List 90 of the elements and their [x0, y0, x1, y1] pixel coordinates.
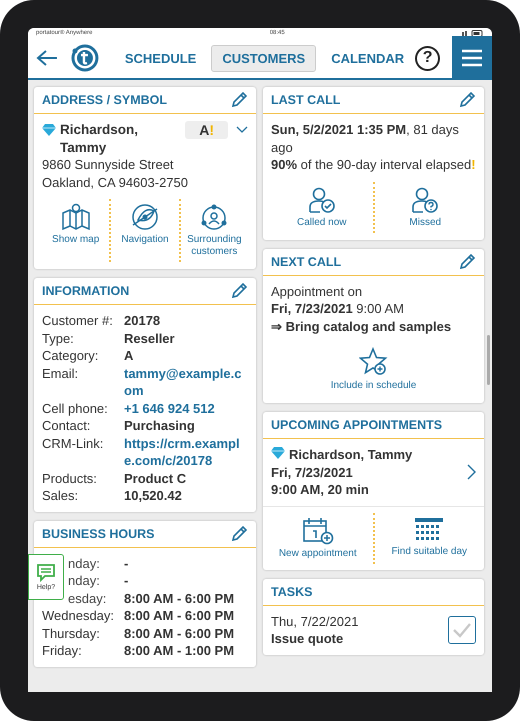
card-title: UPCOMING APPOINTMENTS [271, 418, 442, 432]
action-button[interactable]: Show map [42, 199, 110, 262]
hours-value: 8:00 AM - 6:00 PM [124, 590, 236, 607]
field-value: Reseller [124, 330, 176, 347]
logo-icon [70, 43, 100, 73]
appointment-name: Richardson, Tammy [289, 447, 412, 462]
edit-icon[interactable] [230, 524, 248, 542]
appointment-time: 9:00 AM, 20 min [271, 481, 370, 498]
compass-icon [130, 203, 160, 231]
field-value: Purchasing [124, 417, 196, 434]
action-button[interactable]: New appointment [263, 512, 372, 564]
call-text: 90% of the 90-day interval elapsed [271, 157, 472, 172]
appointment-item[interactable]: Richardson, Tammy Fri, 7/23/2021 9:00 AM, 20 min [263, 439, 484, 506]
appointment-text: Appointment on [271, 282, 364, 300]
edit-icon[interactable] [230, 282, 248, 300]
card-title: ADDRESS / SYMBOL [42, 93, 168, 107]
action-button[interactable]: Include in schedule [271, 343, 476, 396]
action-button[interactable]: Called now [271, 182, 372, 232]
field-value: 20178 [124, 312, 162, 330]
field-value: A [124, 347, 134, 364]
chevron-down-icon[interactable] [236, 126, 248, 134]
appointment-note: ⇒ Bring catalog and samples [271, 318, 452, 335]
calendar-grid-icon [414, 516, 444, 542]
hours-value: 8:00 AM - 1:00 PM [124, 642, 236, 660]
field-link[interactable]: tammy@example.com [124, 364, 248, 400]
hours-value: - [124, 572, 130, 590]
people-circle-icon [199, 203, 230, 231]
diamond-icon [271, 447, 285, 459]
battery-icon [462, 30, 484, 36]
field-value: Product C [124, 470, 188, 487]
help-button[interactable]: ? [415, 46, 440, 70]
field-label: Products: [42, 470, 98, 487]
field-label: Contact: [42, 417, 92, 434]
action-button[interactable]: Find suitable day [372, 512, 484, 564]
scroll-bar [487, 335, 490, 385]
day-label: esday: [68, 590, 106, 607]
edit-icon[interactable] [230, 91, 248, 109]
day-label: Wednesday: [42, 607, 114, 624]
field-label: Cell phone: [42, 400, 109, 417]
menu-button[interactable] [452, 36, 492, 80]
task-checkbox[interactable] [448, 616, 476, 644]
hours-value: - [124, 554, 130, 572]
field-label: Sales: [42, 487, 80, 504]
field-value: 10,520.42 [124, 487, 183, 504]
edit-icon[interactable] [458, 91, 476, 109]
chat-icon [36, 564, 56, 582]
nav-tab[interactable]: CALENDAR [320, 44, 416, 72]
field-link[interactable]: +1 646 924 512 [124, 400, 248, 417]
hours-value: 8:00 AM - 6:00 PM [124, 624, 236, 642]
diamond-icon [42, 124, 56, 136]
task-title: Issue quote [271, 630, 344, 648]
day-label: nday: [68, 572, 100, 590]
edit-icon[interactable] [458, 252, 476, 270]
card-title: BUSINESS HOURS [42, 526, 155, 540]
field-label: Category: [42, 347, 100, 364]
day-label: Friday: [42, 642, 82, 660]
card-title: INFORMATION [42, 284, 130, 298]
nav-tab[interactable]: CUSTOMERS [211, 44, 316, 72]
street-text: 9860 Sunnyside Street [42, 156, 175, 174]
hours-value: 8:00 AM - 6:00 PM [124, 607, 236, 624]
day-label: nday: [68, 554, 100, 572]
day-label: Thursday: [42, 624, 100, 642]
field-label: Email: [42, 364, 80, 382]
back-arrow-icon[interactable] [36, 49, 58, 67]
map-icon [60, 203, 91, 231]
action-button[interactable]: Missed [372, 182, 476, 232]
action-button[interactable]: Surrounding customers [178, 199, 248, 262]
field-label: Customer #: [42, 312, 114, 330]
card-title: NEXT CALL [271, 254, 342, 268]
task-date: Thu, 7/22/2021 [271, 612, 358, 630]
field-link[interactable]: https://crm.example.com/c/20178 [124, 434, 248, 470]
checkmark-icon [452, 622, 472, 638]
field-label: CRM-Link: [42, 434, 104, 452]
calendar-plus-icon [302, 516, 334, 544]
action-button[interactable]: Navigation [109, 199, 179, 262]
person-check-icon [308, 186, 336, 214]
star-plus-icon [358, 347, 388, 377]
menu-icon [462, 49, 482, 67]
appointment-date: Fri, 7/23/2021 [271, 464, 354, 481]
warning-mark: ! [471, 157, 476, 172]
nav-tab[interactable]: SCHEDULE [114, 44, 208, 72]
symbol-dropdown[interactable]: A! [185, 121, 228, 139]
customer-name: Richardson, Tammy [60, 121, 140, 156]
appointment-text: Fri, 7/23/2021 9:00 AM [271, 300, 405, 318]
card-title: LAST CALL [271, 93, 340, 107]
chevron-right-icon [467, 464, 476, 480]
person-question-icon [411, 186, 440, 214]
field-label: Type: [42, 330, 75, 347]
city-text: Oakland, CA 94603-2750 [42, 174, 189, 191]
card-title: TASKS [271, 584, 312, 598]
